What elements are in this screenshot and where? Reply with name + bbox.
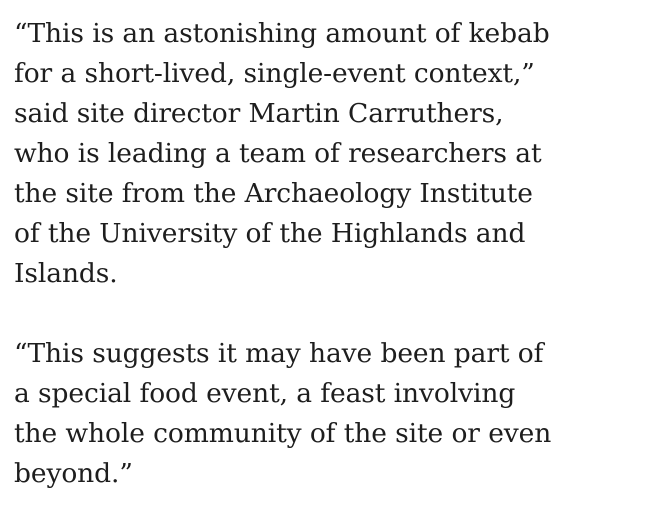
text-line: “This is an astonishing amount of kebab bbox=[14, 18, 550, 49]
article-body: “This is an astonishing amount of kebab … bbox=[14, 14, 642, 494]
text-line: beyond.” bbox=[14, 458, 133, 489]
text-line: a special food event, a feast involving bbox=[14, 378, 516, 409]
text-line: who is leading a team of researchers at bbox=[14, 138, 542, 169]
text-line: the whole community of the site or even bbox=[14, 418, 552, 449]
text-line: for a short-lived, single-event context,… bbox=[14, 58, 535, 89]
text-line: of the University of the Highlands and bbox=[14, 218, 526, 249]
text-line: “This suggests it may have been part of bbox=[14, 338, 544, 369]
text-line: the site from the Archaeology Institute bbox=[14, 178, 533, 209]
quote-paragraph-1: “This is an astonishing amount of kebab … bbox=[14, 14, 642, 294]
text-line: Islands. bbox=[14, 258, 118, 289]
quote-paragraph-2: “This suggests it may have been part of … bbox=[14, 334, 642, 494]
text-line: said site director Martin Carruthers, bbox=[14, 98, 504, 129]
